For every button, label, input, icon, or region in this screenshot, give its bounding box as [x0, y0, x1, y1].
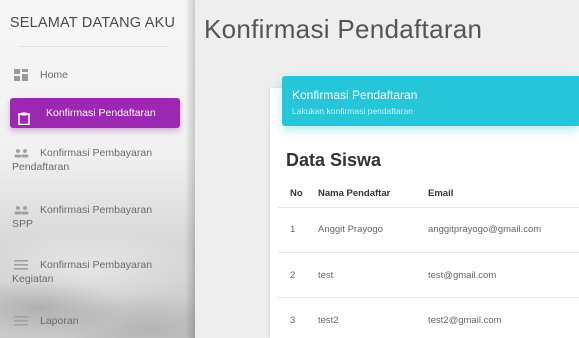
table-cell-email: test2@gmail.com: [428, 315, 502, 326]
sidebar-item-label: Laporan: [40, 315, 79, 327]
table-header-email: Email: [428, 188, 454, 199]
table-cell-nama: test2: [318, 315, 339, 326]
card-header-subtitle: Lakukan konfirmasi pendaftaran: [292, 106, 413, 116]
people-icon: [14, 147, 29, 159]
sidebar-item-label: Konfirmasi Pembayaran: [40, 204, 153, 216]
sidebar-item-konfirmasi-pendaftaran[interactable]: Konfirmasi Pendaftaran: [10, 98, 180, 128]
card-header-title: Konfirmasi Pendaftaran: [292, 88, 418, 102]
table-header-no: No: [290, 188, 303, 199]
clipboard-icon: [18, 107, 32, 126]
sidebar-item-konfirmasi-pembayaran-pendaftaran[interactable]: Konfirmasi Pembayaran Pendaftaran: [12, 146, 182, 174]
table-divider: [278, 207, 579, 208]
list-icon: [14, 259, 28, 271]
sidebar-item-label: Home: [40, 69, 69, 81]
sidebar-item-label: Konfirmasi Pendaftaran: [46, 107, 156, 119]
sidebar-item-label: Konfirmasi Pembayaran: [40, 147, 153, 159]
sidebar-item-konfirmasi-pembayaran-spp[interactable]: Konfirmasi Pembayaran SPP: [12, 203, 182, 231]
sidebar-item-home[interactable]: Home: [12, 68, 182, 82]
table-cell-nama: test: [318, 270, 334, 281]
sidebar-item-laporan[interactable]: Laporan: [12, 314, 182, 328]
people-icon: [14, 204, 29, 216]
section-title: Data Siswa: [286, 150, 382, 170]
card-header: Konfirmasi Pendaftaran Lakukan konfirmas…: [282, 76, 579, 126]
table-header-nama: Nama Pendaftar: [318, 188, 391, 199]
sidebar-item-label-line2: SPP: [12, 218, 34, 230]
sidebar-item-label-line2: Pendaftaran: [12, 161, 70, 173]
table-cell-no: 2: [290, 270, 296, 281]
table-cell-email: test@gmail.com: [428, 270, 497, 281]
table-cell-no: 1: [290, 224, 296, 235]
sidebar-item-label: Konfirmasi Pembayaran: [40, 259, 153, 271]
table-cell-nama: Anggit Prayogo: [318, 224, 383, 235]
table-divider: [278, 297, 579, 298]
list-icon: [14, 315, 28, 327]
table-divider: [278, 252, 579, 253]
sidebar-divider: [18, 46, 168, 47]
dashboard-icon: [14, 69, 28, 82]
table-cell-no: 3: [290, 315, 296, 326]
sidebar-item-label-line2: Kegiatan: [12, 273, 54, 285]
table-cell-email: anggitprayogo@gmail.com: [428, 224, 542, 235]
sidebar: SELAMAT DATANG AKU Home Konfirmasi Penda…: [0, 0, 195, 338]
sidebar-brand: SELAMAT DATANG AKU: [9, 15, 176, 31]
sidebar-item-konfirmasi-pembayaran-kegiatan[interactable]: Konfirmasi Pembayaran Kegiatan: [12, 258, 182, 286]
page-title: Konfirmasi Pendaftaran: [204, 14, 483, 44]
